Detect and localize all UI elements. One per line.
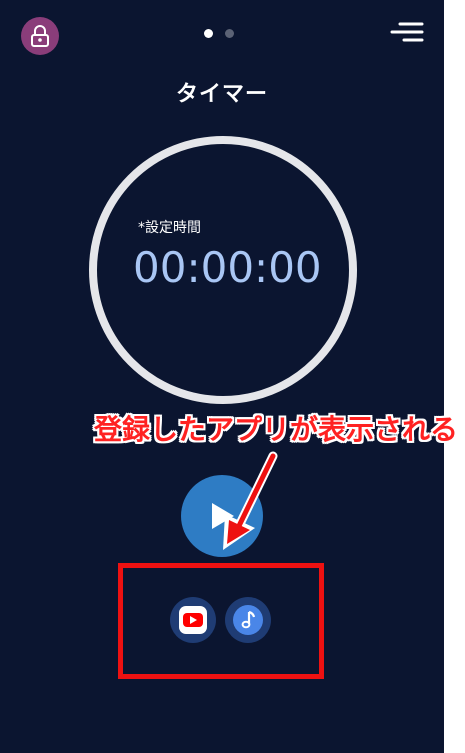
timer-display[interactable]: 00:00:00 bbox=[133, 243, 322, 292]
page-indicator bbox=[204, 29, 234, 38]
lock-button[interactable] bbox=[21, 17, 59, 55]
lock-icon bbox=[31, 25, 49, 47]
page-dot-active[interactable] bbox=[204, 29, 213, 38]
annotation-arrow-icon bbox=[223, 451, 278, 550]
annotation-text: 登録したアプリが表示される bbox=[94, 413, 459, 446]
page-dot-inactive[interactable] bbox=[225, 29, 234, 38]
timer-screen: タイマー *設定時間 00:00:00 bbox=[0, 0, 444, 753]
page-title: タイマー bbox=[175, 82, 268, 107]
set-time-label: *設定時間 bbox=[138, 220, 201, 236]
menu-icon bbox=[390, 22, 424, 42]
highlight-box bbox=[118, 563, 324, 679]
menu-button[interactable] bbox=[390, 19, 424, 47]
